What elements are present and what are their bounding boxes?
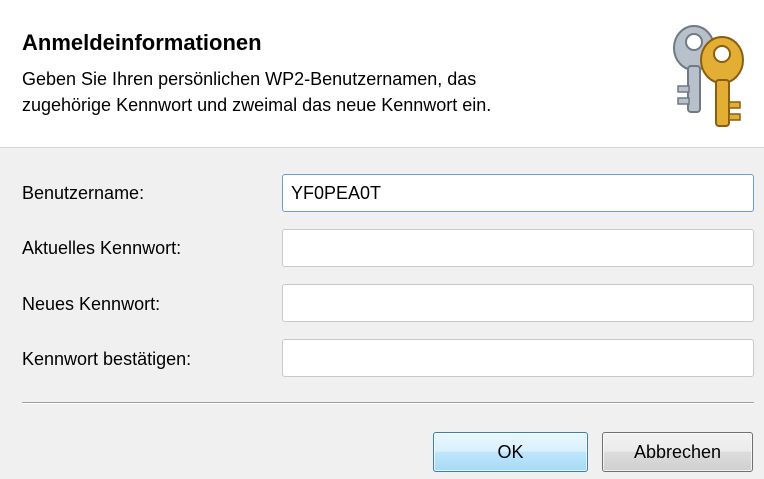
keys-icon [673, 25, 744, 127]
confirm-password-input[interactable] [282, 339, 754, 377]
description-line-2: zugehörige Kennwort und zweimal das neue… [22, 95, 492, 115]
dialog-header: Anmeldeinformationen Geben Sie Ihren per… [0, 0, 764, 148]
dialog-description: Geben Sie Ihren persönlichen WP2-Benutze… [22, 66, 622, 118]
current-password-label: Aktuelles Kennwort: [22, 238, 182, 258]
cancel-button[interactable]: Abbrechen [602, 432, 753, 472]
separator [22, 402, 754, 404]
new-password-label: Neues Kennwort: [22, 294, 161, 314]
new-password-input[interactable] [282, 284, 754, 322]
credentials-dialog: Anmeldeinformationen Geben Sie Ihren per… [0, 0, 764, 479]
current-password-input[interactable] [282, 229, 754, 267]
username-input[interactable] [282, 174, 754, 212]
confirm-password-label: Kennwort bestätigen: [22, 349, 192, 369]
dialog-title: Anmeldeinformationen [22, 30, 262, 55]
username-label: Benutzername: [22, 183, 145, 203]
ok-button[interactable]: OK [433, 432, 588, 472]
description-line-1: Geben Sie Ihren persönlichen WP2-Benutze… [22, 69, 477, 89]
